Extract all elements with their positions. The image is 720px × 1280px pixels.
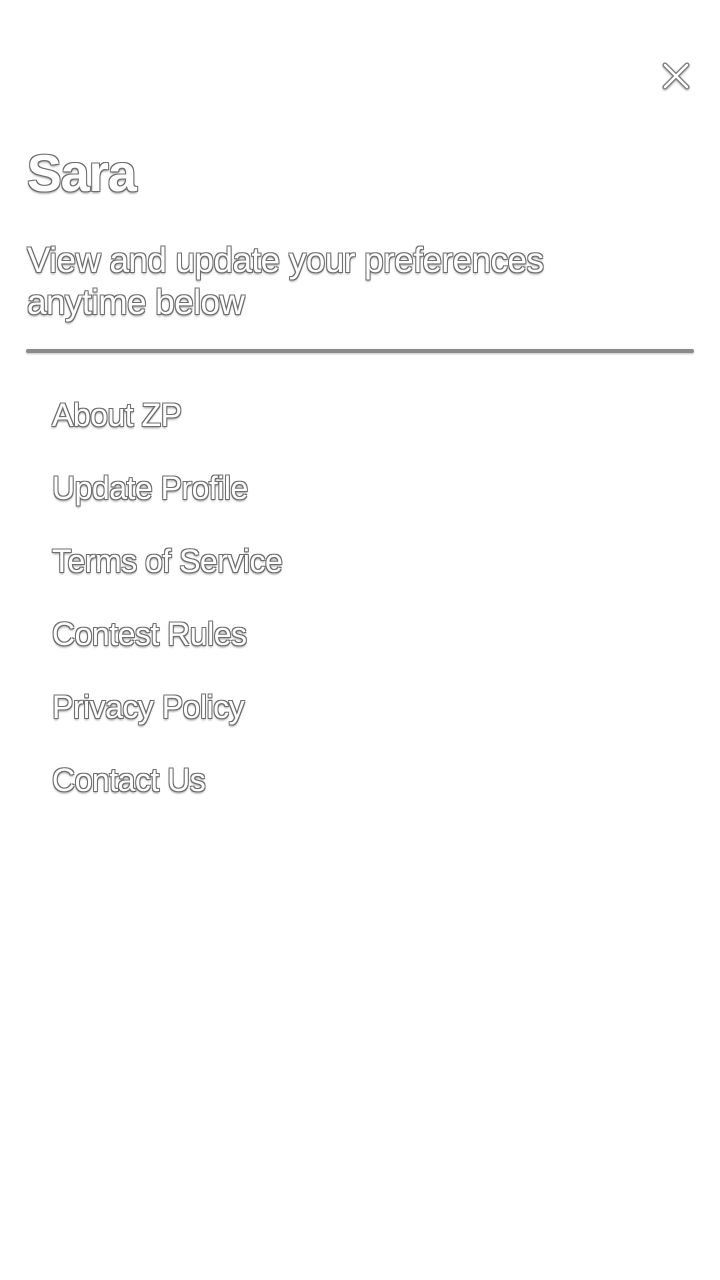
menu-list: About ZP Update Profile Terms of Service… [52, 387, 283, 825]
menu-item-about[interactable]: About ZP [52, 387, 282, 460]
preferences-subtitle: View and update your preferences anytime… [27, 241, 544, 322]
menu-item-privacy-policy[interactable]: Privacy Policy [52, 679, 282, 752]
close-button[interactable] [654, 54, 698, 98]
close-icon [662, 62, 690, 90]
user-name: Sara [27, 145, 137, 203]
menu-item-contest-rules[interactable]: Contest Rules [52, 606, 282, 679]
divider [26, 349, 694, 353]
menu-item-terms-of-service[interactable]: Terms of Service [52, 533, 283, 606]
menu-item-contact-us[interactable]: Contact Us [52, 752, 282, 825]
menu-item-update-profile[interactable]: Update Profile [52, 460, 282, 533]
